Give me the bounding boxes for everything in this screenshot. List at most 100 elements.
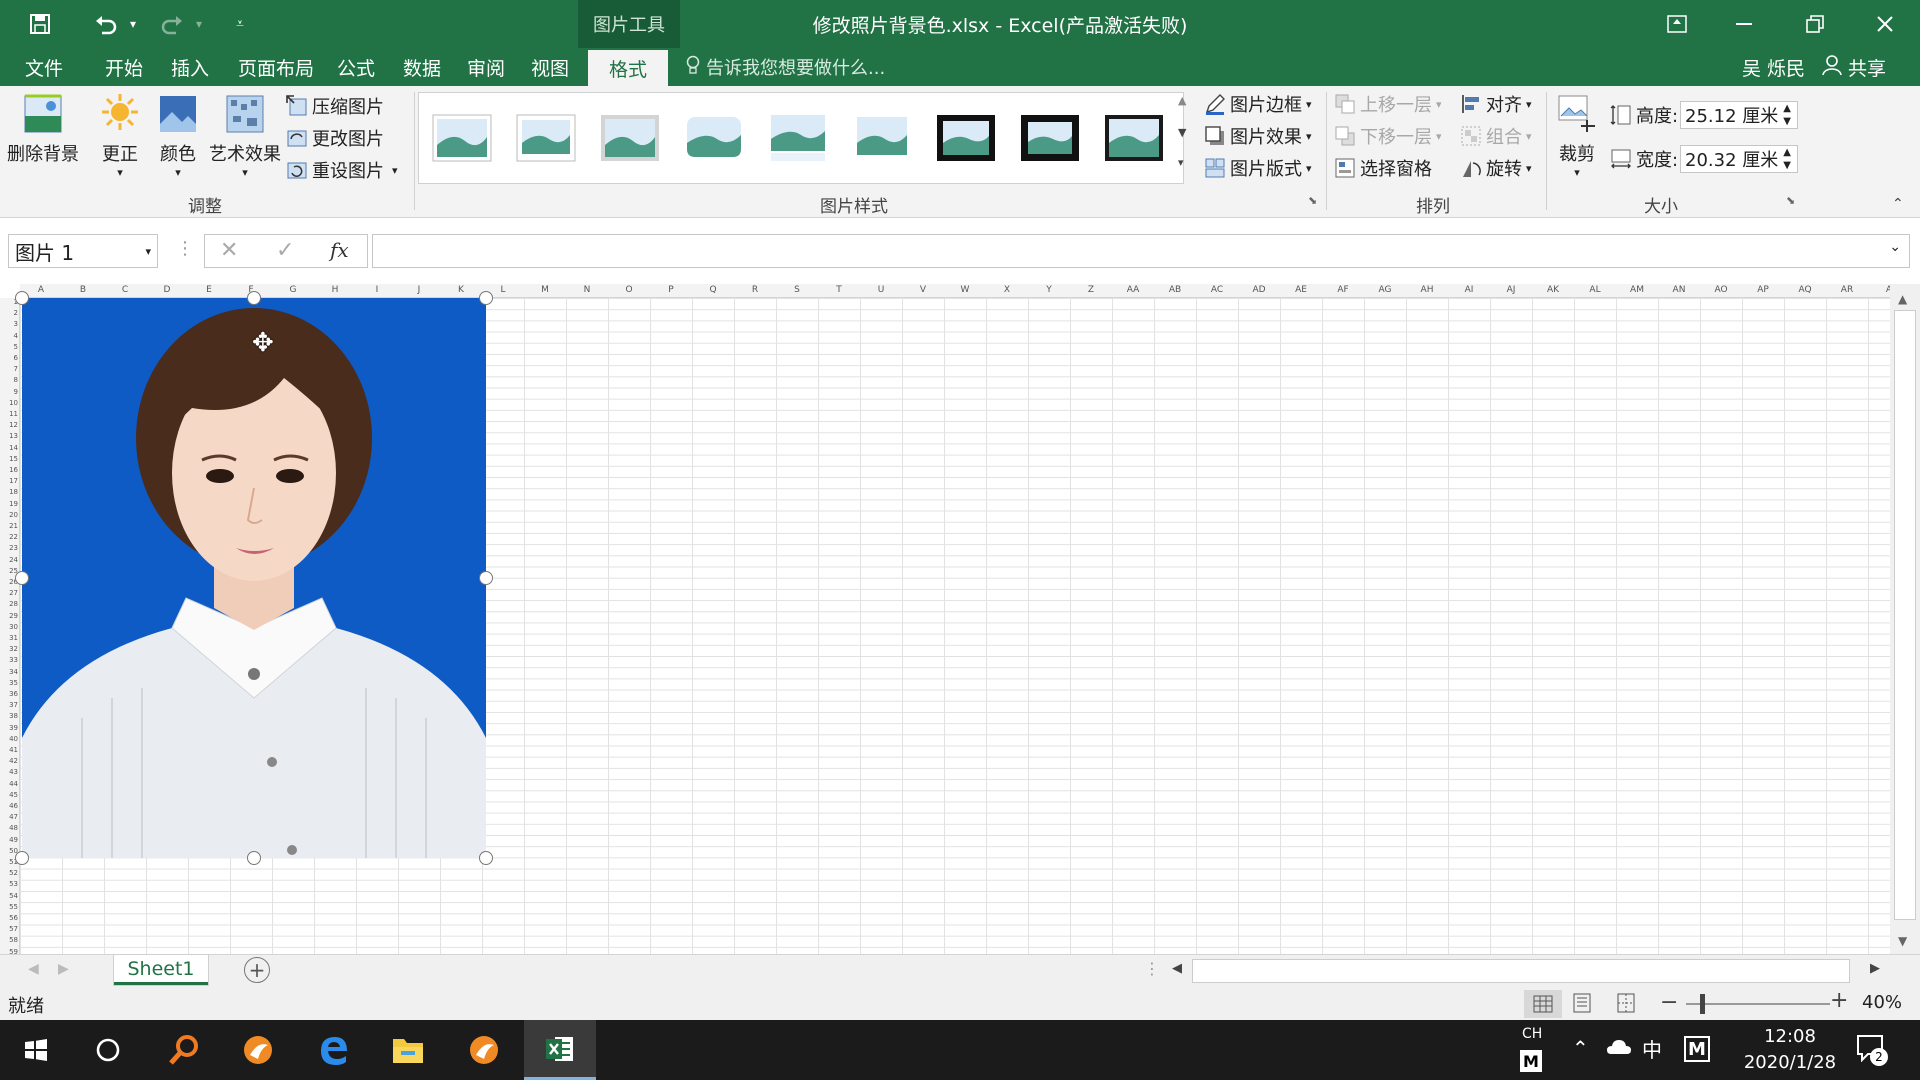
expand-formula-icon[interactable]: ⌄ <box>1889 239 1901 255</box>
restore-icon[interactable] <box>1782 0 1848 48</box>
size-launcher-icon[interactable]: ⬊ <box>1786 194 1795 207</box>
rotate-button[interactable]: 旋转 ▾ <box>1460 154 1532 182</box>
column-header[interactable]: R <box>734 285 776 295</box>
ime-language[interactable]: CH <box>1522 1026 1542 1042</box>
row-header[interactable]: 28 <box>2 600 18 608</box>
artistic-effects-button[interactable]: 艺术效果 ▾ <box>208 92 282 179</box>
collapse-ribbon-icon[interactable]: ⌃ <box>1892 196 1904 212</box>
row-header[interactable]: 23 <box>2 544 18 552</box>
customize-toolbar-icon[interactable]: ⩡ <box>228 8 252 40</box>
column-header[interactable]: AB <box>1154 285 1196 295</box>
column-header[interactable]: U <box>860 285 902 295</box>
row-header[interactable]: 27 <box>2 589 18 597</box>
align-button[interactable]: 对齐 ▾ <box>1460 90 1532 118</box>
row-header[interactable]: 52 <box>2 869 18 877</box>
vertical-scrollbar[interactable]: ▲ ▼ <box>1890 284 1920 954</box>
picture-style-7[interactable] <box>935 111 997 165</box>
column-header[interactable]: H <box>314 285 356 295</box>
windows-start-icon[interactable] <box>0 1020 72 1080</box>
row-header[interactable]: 55 <box>2 903 18 911</box>
ime-mode[interactable]: 中 <box>1642 1034 1662 1063</box>
row-header[interactable]: 15 <box>2 455 18 463</box>
row-header[interactable]: 5 <box>2 343 18 351</box>
scroll-up-icon[interactable]: ▲ <box>1898 292 1907 306</box>
row-header[interactable]: 43 <box>2 768 18 776</box>
name-box-dropdown-icon[interactable]: ▾ <box>145 245 151 258</box>
tab-view[interactable]: 视图 <box>524 48 576 86</box>
file-explorer-icon[interactable] <box>372 1020 444 1080</box>
column-header[interactable]: AM <box>1616 285 1658 295</box>
page-layout-view-icon[interactable] <box>1572 992 1592 1019</box>
row-header[interactable]: 41 <box>2 746 18 754</box>
row-header[interactable]: 32 <box>2 645 18 653</box>
tab-formulas[interactable]: 公式 <box>330 48 382 86</box>
picture-style-2[interactable] <box>515 111 577 165</box>
column-header[interactable]: N <box>566 285 608 295</box>
ime-tray-m-icon[interactable]: M <box>1684 1036 1710 1062</box>
column-header[interactable]: AE <box>1280 285 1322 295</box>
gallery-more-icon[interactable]: ▾ <box>1178 156 1184 169</box>
row-header[interactable]: 39 <box>2 724 18 732</box>
crop-button[interactable]: 裁剪 ▾ <box>1552 92 1602 179</box>
sheet-tab-sheet1[interactable]: Sheet1 <box>114 955 208 985</box>
row-header[interactable]: 19 <box>2 500 18 508</box>
zoom-out-icon[interactable]: − <box>1660 990 1678 1015</box>
corrections-button[interactable]: 更正 ▾ <box>96 92 144 179</box>
column-header[interactable]: AG <box>1364 285 1406 295</box>
name-box[interactable]: 图片 1 ▾ <box>8 234 158 268</box>
resize-handle-right[interactable] <box>479 571 493 585</box>
insert-function-icon[interactable]: fx <box>330 238 349 262</box>
column-header[interactable]: AD <box>1238 285 1280 295</box>
row-header[interactable]: 31 <box>2 634 18 642</box>
resize-handle-top[interactable] <box>247 291 261 305</box>
scroll-right-icon[interactable]: ▶ <box>1870 961 1880 976</box>
color-button[interactable]: 颜色 ▾ <box>154 92 202 179</box>
column-header[interactable]: AC <box>1196 285 1238 295</box>
column-header[interactable]: AA <box>1112 285 1154 295</box>
zoom-slider-thumb[interactable] <box>1700 994 1705 1014</box>
column-header[interactable]: J <box>398 285 440 295</box>
row-header[interactable]: 13 <box>2 432 18 440</box>
excel-taskbar-icon[interactable] <box>524 1020 596 1080</box>
resize-handle-top-left[interactable] <box>15 291 29 305</box>
zoom-slider[interactable] <box>1686 1003 1830 1005</box>
normal-view-icon[interactable] <box>1524 990 1562 1018</box>
formula-input[interactable]: ⌄ <box>372 234 1910 268</box>
tab-split-icon[interactable]: ⋮ <box>1144 959 1160 978</box>
picture-style-4[interactable] <box>683 111 745 165</box>
selected-picture[interactable]: ✥ <box>22 298 486 858</box>
row-header[interactable]: 14 <box>2 444 18 452</box>
row-header[interactable]: 46 <box>2 802 18 810</box>
gallery-scroll-up-icon[interactable]: ▲ <box>1178 94 1186 107</box>
row-header[interactable]: 47 <box>2 813 18 821</box>
column-header[interactable]: W <box>944 285 986 295</box>
zoom-in-icon[interactable]: + <box>1830 988 1848 1013</box>
column-header[interactable]: AR <box>1826 285 1868 295</box>
change-picture-button[interactable]: 更改图片 <box>286 124 384 152</box>
row-header[interactable]: 33 <box>2 656 18 664</box>
row-header[interactable]: 10 <box>2 399 18 407</box>
share-button[interactable]: 共享 <box>1822 48 1886 86</box>
compress-pictures-button[interactable]: 压缩图片 <box>286 92 384 120</box>
minimize-icon[interactable] <box>1712 0 1778 48</box>
picture-border-button[interactable]: 图片边框 ▾ <box>1204 90 1312 118</box>
picture-style-6[interactable] <box>851 111 913 165</box>
remove-background-button[interactable]: 删除背景 <box>6 92 80 166</box>
ime-m-icon[interactable]: M <box>1520 1050 1542 1072</box>
column-header[interactable]: AO <box>1700 285 1742 295</box>
column-header[interactable]: T <box>818 285 860 295</box>
row-header[interactable]: 7 <box>2 365 18 373</box>
resize-handle-bottom[interactable] <box>247 851 261 865</box>
prev-sheet-icon[interactable]: ◀ <box>28 961 39 977</box>
tab-data[interactable]: 数据 <box>396 48 448 86</box>
media-app-2-icon[interactable] <box>448 1020 520 1080</box>
tab-insert[interactable]: 插入 <box>164 48 216 86</box>
horizontal-scrollbar[interactable] <box>1192 959 1850 983</box>
resize-handle-bottom-right[interactable] <box>479 851 493 865</box>
picture-style-5[interactable] <box>767 111 829 165</box>
width-input[interactable]: 20.32 厘米 ▲ ▼ <box>1680 145 1798 173</box>
column-header[interactable]: V <box>902 285 944 295</box>
row-header[interactable]: 58 <box>2 936 18 944</box>
row-header[interactable]: 11 <box>2 410 18 418</box>
row-header[interactable]: 40 <box>2 735 18 743</box>
